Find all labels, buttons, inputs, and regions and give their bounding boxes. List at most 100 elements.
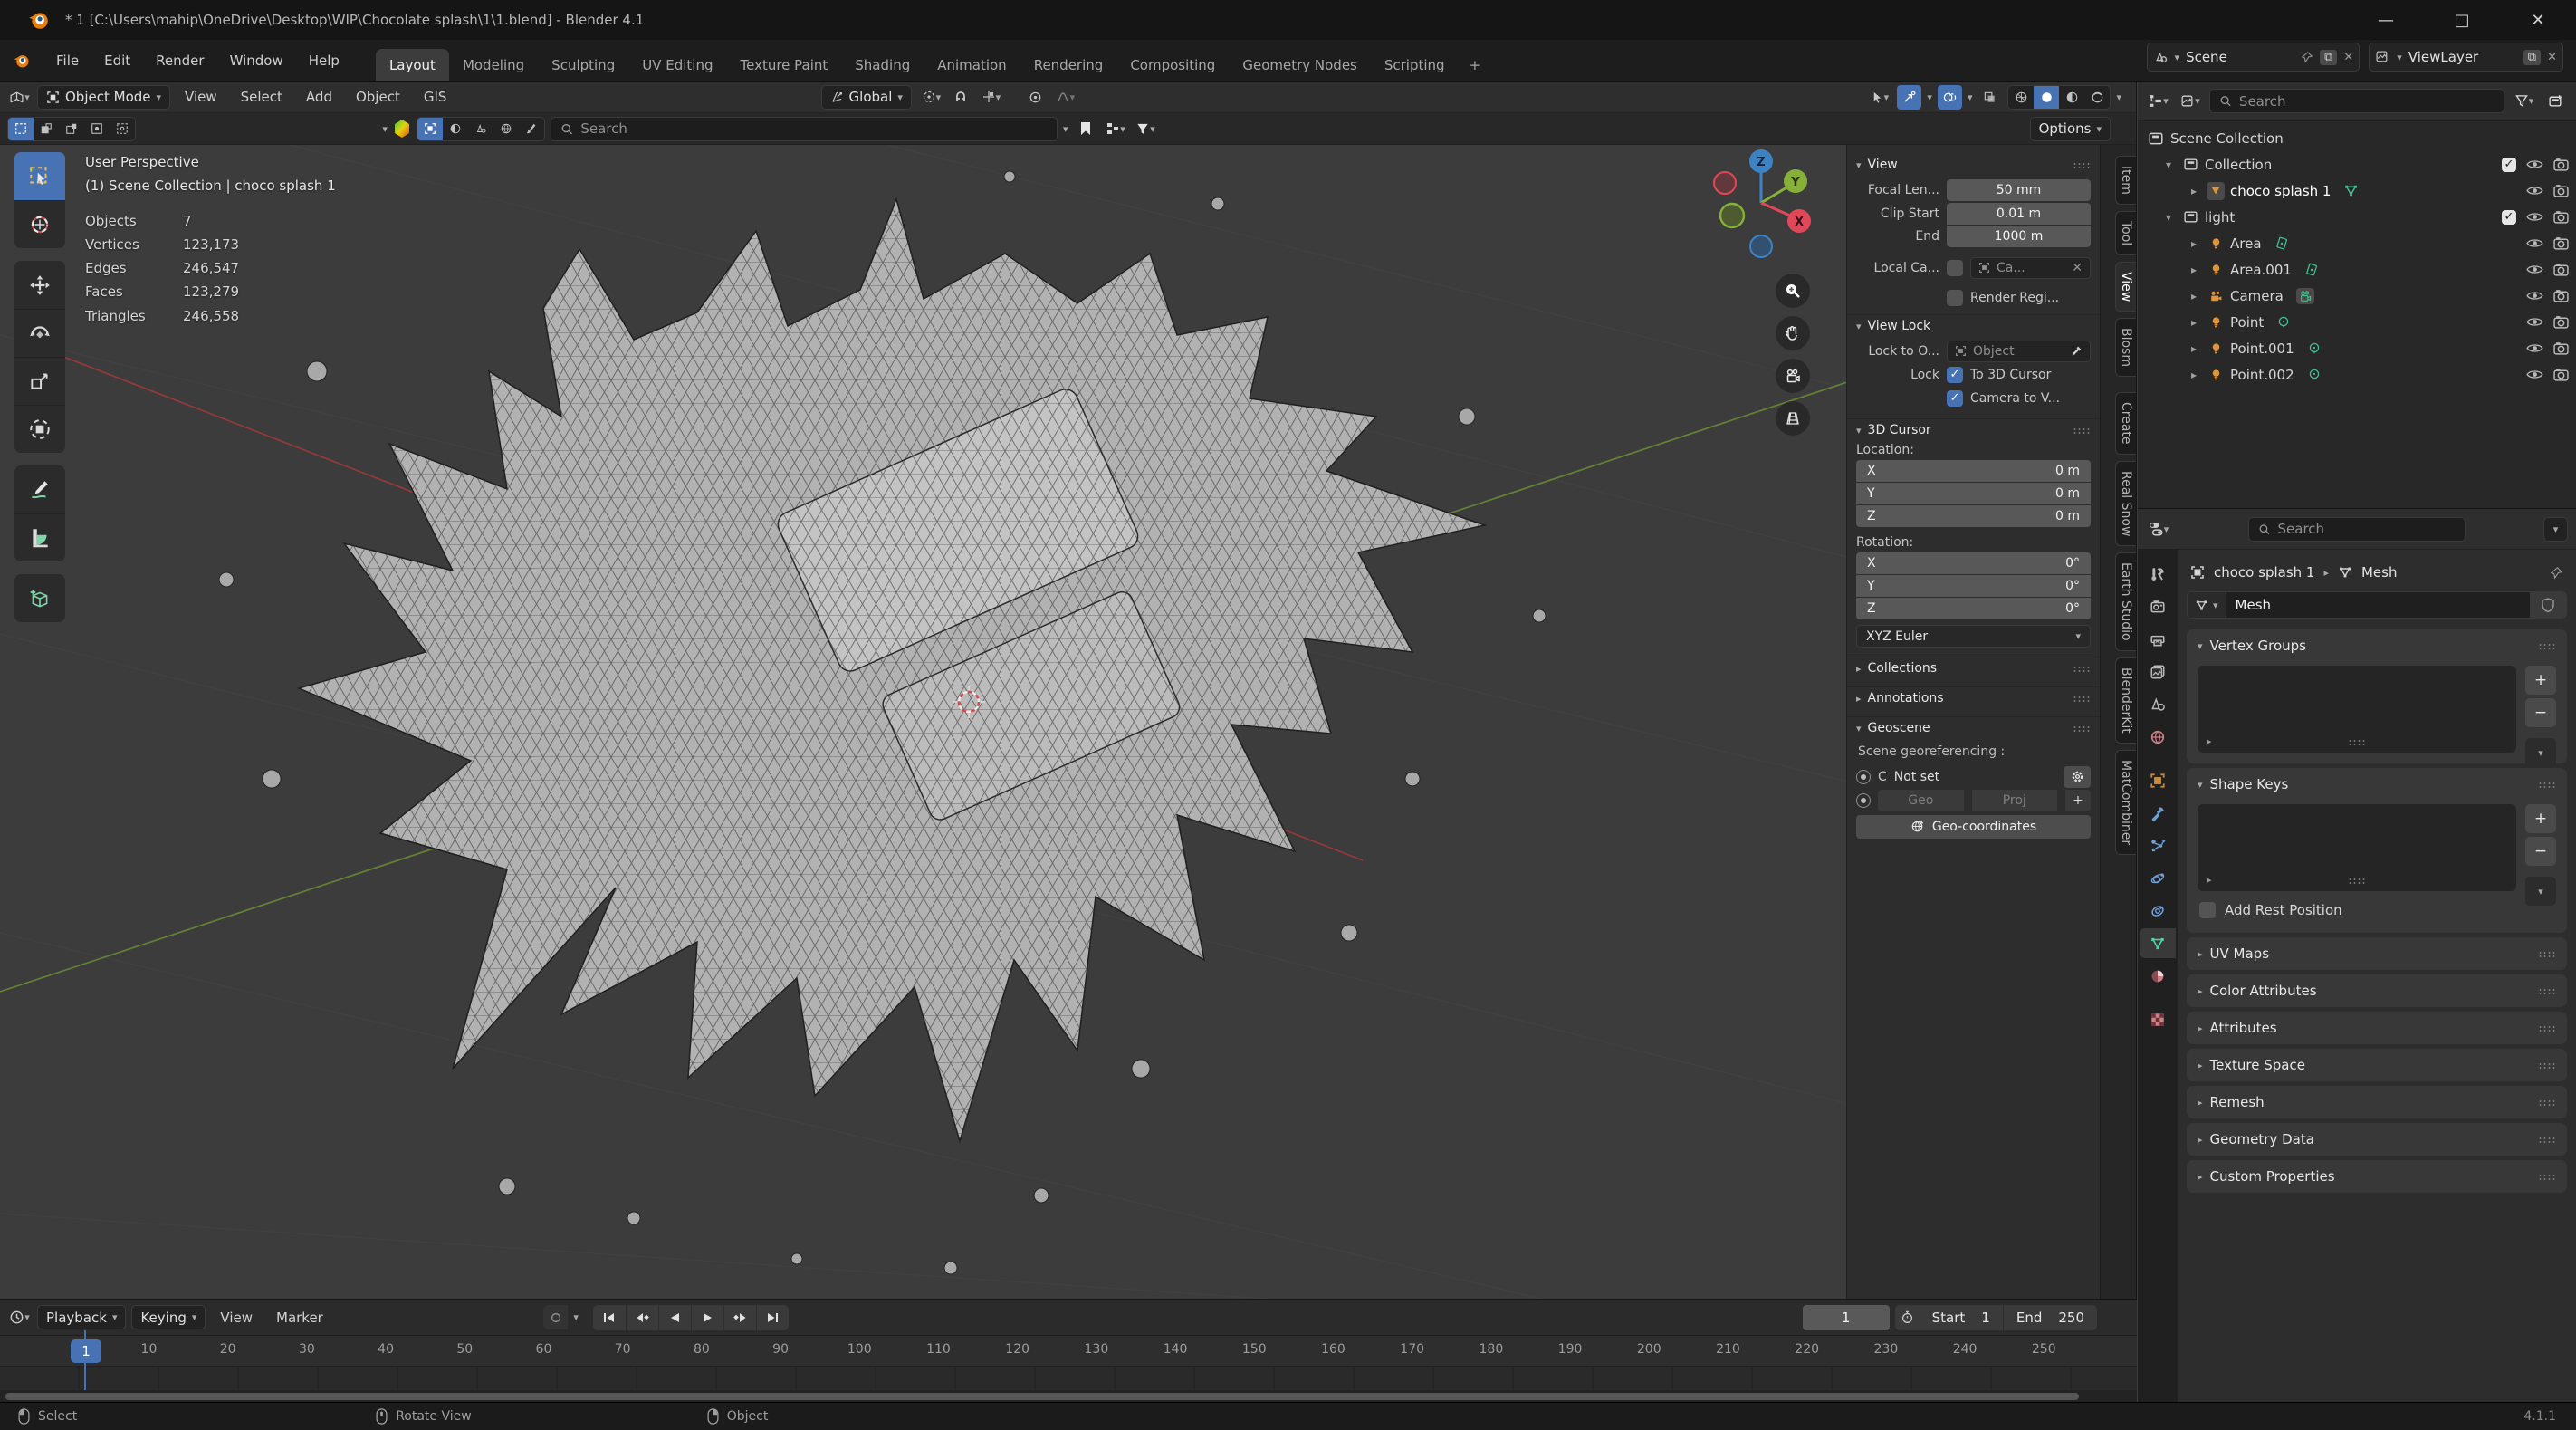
outliner-label[interactable]: Point.002 xyxy=(2230,367,2294,383)
cursor-rot-y-field[interactable]: Y0° xyxy=(1856,575,2091,597)
tab-view-layer-properties[interactable] xyxy=(2140,657,2176,686)
outliner-filter-display-button[interactable]: ▾ xyxy=(2178,89,2202,113)
menu-object[interactable]: Object xyxy=(347,85,409,110)
shading-material-button[interactable] xyxy=(2059,86,2084,109)
minimize-button[interactable]: — xyxy=(2348,0,2424,40)
tab-material-properties[interactable] xyxy=(2140,961,2176,991)
camera-view-button[interactable] xyxy=(1776,359,1810,393)
hide-eye-icon[interactable] xyxy=(2526,158,2543,170)
expander-icon[interactable]: ▸ xyxy=(2187,185,2201,197)
transform-orientation-selector[interactable]: Global ▾ xyxy=(821,85,912,110)
select-mode-extend-button[interactable] xyxy=(34,118,59,140)
list-grip[interactable] xyxy=(2348,878,2366,884)
tab-geometry-nodes[interactable]: Geometry Nodes xyxy=(1229,49,1371,81)
tab-modeling[interactable]: Modeling xyxy=(449,49,538,81)
panel-grip[interactable] xyxy=(2538,951,2556,957)
current-frame-field[interactable]: 1 xyxy=(1803,1305,1890,1330)
cursor-panel-header[interactable]: ▾ 3D Cursor xyxy=(1847,418,2100,443)
sidebar-tab-tool[interactable]: Tool xyxy=(2115,211,2136,255)
select-mode-new-button[interactable] xyxy=(8,118,34,140)
zoom-button[interactable] xyxy=(1776,274,1810,308)
tab-animation[interactable]: Animation xyxy=(924,49,1020,81)
menu-render[interactable]: Render xyxy=(143,40,216,81)
pan-button[interactable] xyxy=(1776,316,1810,350)
tool-select-box[interactable] xyxy=(14,152,65,200)
gizmos-toggle[interactable] xyxy=(1897,85,1921,110)
crs-radio[interactable] xyxy=(1856,770,1871,784)
sidebar-tab-item[interactable]: Item xyxy=(2115,156,2136,205)
tab-texture-paint[interactable]: Texture Paint xyxy=(726,49,841,81)
panel-grip[interactable] xyxy=(2073,162,2091,168)
eyedropper-icon[interactable] xyxy=(2071,345,2083,357)
shape-key-specials-button[interactable]: ▾ xyxy=(2525,877,2556,906)
tab-tool-properties[interactable] xyxy=(2140,559,2176,589)
geoscene-panel-header[interactable]: ▾ Geoscene xyxy=(1847,716,2100,741)
properties-search[interactable] xyxy=(2248,517,2466,542)
timeline-scrollbar-thumb[interactable] xyxy=(5,1393,2079,1400)
shading-rendered-button[interactable] xyxy=(2084,86,2110,109)
hide-eye-icon[interactable] xyxy=(2526,316,2543,328)
play-button[interactable] xyxy=(691,1305,723,1330)
select-visibility-button[interactable]: ▾ xyxy=(1867,85,1891,110)
gizmo-neg-x[interactable] xyxy=(1714,172,1736,194)
menu-help[interactable]: Help xyxy=(296,40,352,81)
tab-scripting[interactable]: Scripting xyxy=(1371,49,1459,81)
viewport-3d[interactable]: ▾ Object Mode ▾ View Select Add Object G… xyxy=(0,82,2137,1299)
xray-toggle[interactable] xyxy=(1977,85,2002,110)
lock-to-object-field[interactable]: Object xyxy=(1947,341,2091,362)
add-crs-button[interactable]: + xyxy=(2065,790,2091,811)
outliner-label[interactable]: Area xyxy=(2230,235,2262,252)
crs-radio-2[interactable] xyxy=(1856,793,1871,808)
local-camera-checkbox[interactable] xyxy=(1947,260,1963,276)
tab-scene-properties[interactable] xyxy=(2140,689,2176,719)
crs-settings-button[interactable] xyxy=(2064,766,2091,788)
properties-search-input[interactable] xyxy=(2278,521,2456,537)
panel-grip[interactable] xyxy=(2538,643,2556,649)
tab-texture-properties[interactable] xyxy=(2140,1004,2176,1034)
vertex-group-specials-button[interactable]: ▾ xyxy=(2525,738,2556,767)
annotations-panel-header[interactable]: ▸ Annotations xyxy=(1847,686,2100,711)
chevron-down-icon[interactable]: ▾ xyxy=(1927,92,1932,102)
outliner-label[interactable]: Point xyxy=(2230,314,2264,331)
disable-render-camera-icon[interactable] xyxy=(2553,263,2569,276)
timeline-scrollbar[interactable] xyxy=(0,1390,2137,1402)
new-view-layer-button[interactable]: ⧉ xyxy=(2523,50,2541,65)
tool-cursor[interactable] xyxy=(14,200,65,248)
tab-particle-properties[interactable] xyxy=(2140,830,2176,860)
clip-start-field[interactable]: 0.01 m xyxy=(1947,203,2091,225)
tab-object-properties[interactable] xyxy=(2140,765,2176,795)
tab-compositing[interactable]: Compositing xyxy=(1116,49,1229,81)
close-icon[interactable]: ✕ xyxy=(2072,261,2083,275)
list-grip[interactable] xyxy=(2348,739,2366,745)
outliner-row-point-001[interactable]: ▸ Point.001 xyxy=(2138,335,2576,361)
hide-eye-icon[interactable] xyxy=(2526,342,2543,354)
chevron-down-icon[interactable]: ▾ xyxy=(2213,600,2218,610)
view-layer-name[interactable]: ViewLayer xyxy=(2408,49,2517,65)
shape-keys-list[interactable]: ▸ xyxy=(2198,804,2516,891)
menu-add[interactable]: Add xyxy=(297,85,341,110)
tool-add-cube[interactable] xyxy=(14,574,65,622)
select-mode-subtract-button[interactable] xyxy=(59,118,84,140)
cursor-loc-y-field[interactable]: Y0 m xyxy=(1856,483,2091,504)
tool-transform[interactable] xyxy=(14,405,65,453)
outliner-row-area-001[interactable]: ▸ Area.001 xyxy=(2138,256,2576,283)
playhead[interactable]: 1 xyxy=(71,1339,101,1363)
sidebar-tab-blenderkit[interactable]: BlenderKit xyxy=(2115,657,2136,744)
panel-grip[interactable] xyxy=(2538,1025,2556,1032)
cursor-loc-x-field[interactable]: X0 m xyxy=(1856,460,2091,482)
panel-grip[interactable] xyxy=(2538,1099,2556,1106)
collections-panel-header[interactable]: ▸ Collections xyxy=(1847,657,2100,681)
snap-target-button[interactable]: ▾ xyxy=(919,85,943,110)
expander-icon[interactable]: ▸ xyxy=(2187,369,2201,381)
tab-layout[interactable]: Layout xyxy=(376,49,449,81)
select-mode-intersect-button[interactable] xyxy=(110,118,135,140)
rotation-mode-dropdown[interactable]: XYZ Euler▾ xyxy=(1856,625,2091,648)
menu-edit[interactable]: Edit xyxy=(91,40,143,81)
sidebar-tab-view[interactable]: View xyxy=(2115,262,2136,312)
sidebar-tab-blosm[interactable]: Blosm xyxy=(2115,318,2136,377)
asset-sort-button[interactable]: ▾ xyxy=(1103,117,1127,141)
view-lock-subpanel-header[interactable]: ▾ View Lock xyxy=(1847,314,2100,339)
hide-eye-icon[interactable] xyxy=(2526,237,2543,249)
shading-solid-button[interactable] xyxy=(2034,86,2059,109)
add-rest-position-checkbox[interactable] xyxy=(2199,902,2216,918)
